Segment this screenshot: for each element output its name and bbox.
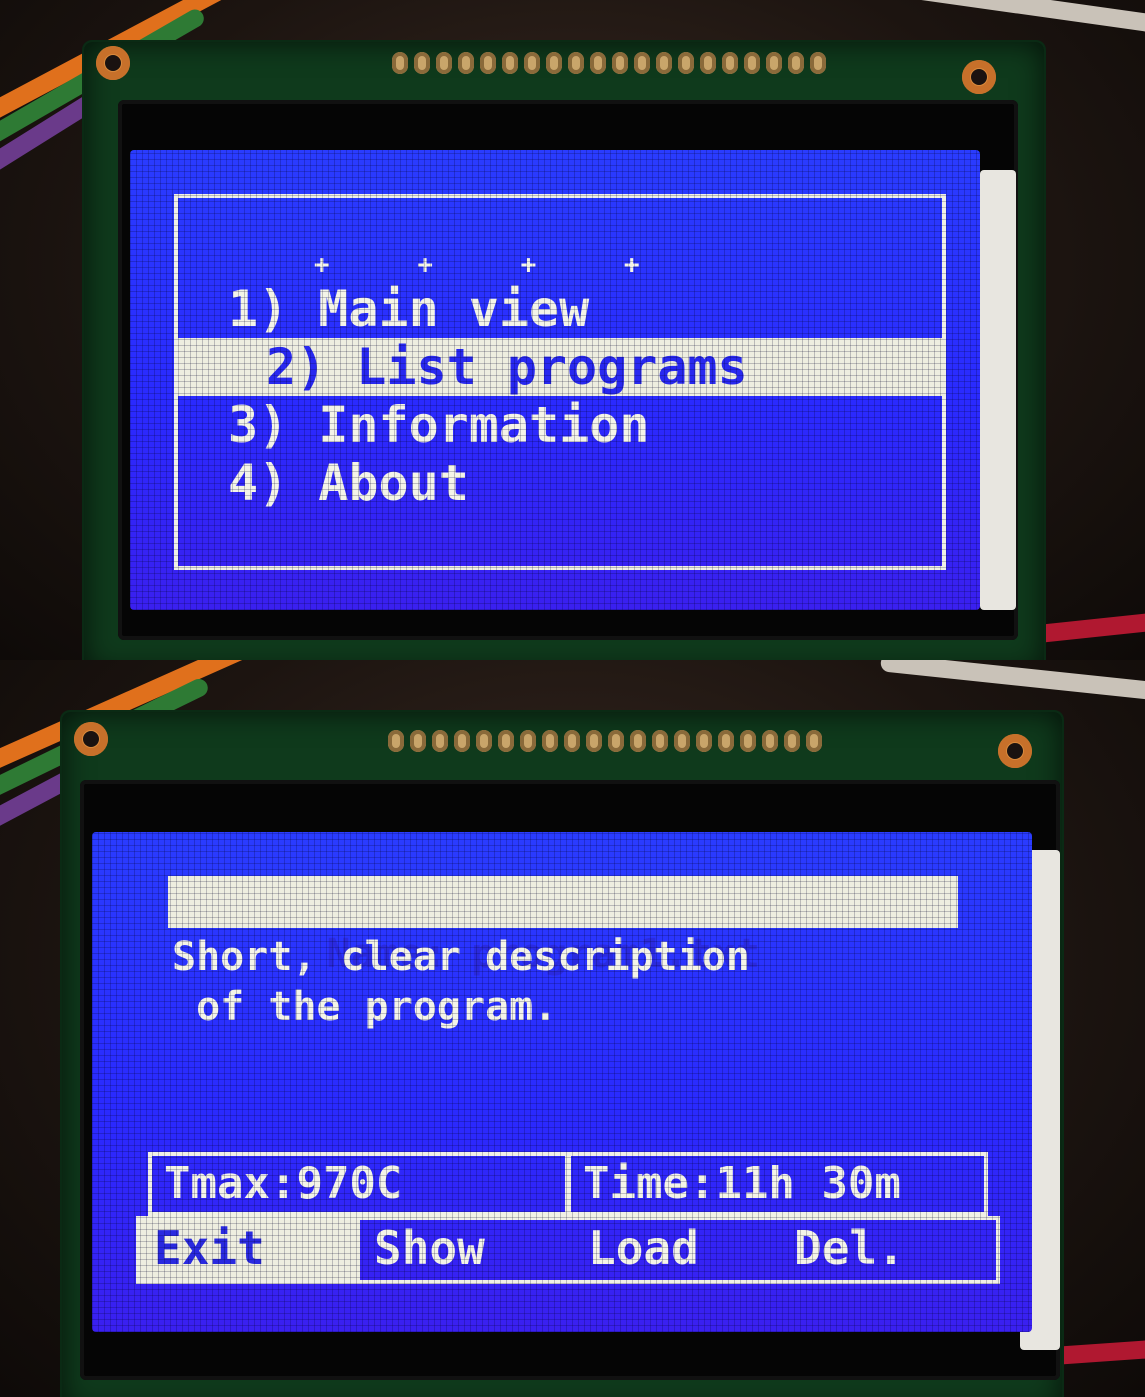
description-line-1: Short, clear description (172, 934, 750, 980)
delete-button[interactable]: Del. (780, 1220, 996, 1280)
show-button[interactable]: Show (360, 1220, 574, 1280)
photo-menu-screen: + + + + 1) Main view 2) List programs 3)… (0, 0, 1145, 660)
wire-grey (879, 660, 1145, 705)
description-line-2: of the program. (172, 984, 558, 1030)
softkey-bar: Exit Show Load Del. (136, 1216, 1000, 1284)
photo-program-screen: Name: program1.txt Short, clear descript… (0, 660, 1145, 1397)
time-readout: Time:11h 30m (565, 1156, 984, 1212)
backlight-strip (980, 170, 1016, 610)
menu-item-about[interactable]: 4) About (178, 454, 946, 512)
header-pins (392, 52, 826, 74)
lcd-menu-screen: + + + + 1) Main view 2) List programs 3)… (130, 150, 980, 610)
lcd-program-screen: Name: program1.txt Short, clear descript… (92, 832, 1032, 1332)
menu-indicator: + + + + (314, 250, 676, 280)
program-name-bar: Name: program1.txt (168, 876, 958, 977)
wire-grey (900, 0, 1145, 39)
load-button[interactable]: Load (574, 1220, 780, 1280)
header-pins (388, 730, 822, 752)
mount-hole (74, 722, 108, 756)
status-row: Tmax:970C Time:11h 30m (148, 1152, 988, 1216)
mount-hole (998, 734, 1032, 768)
menu-item-information[interactable]: 3) Information (178, 396, 946, 454)
exit-button[interactable]: Exit (140, 1220, 360, 1280)
mount-hole (962, 60, 996, 94)
tmax-readout: Tmax:970C (164, 1158, 403, 1209)
menu-item-main-view[interactable]: 1) Main view (178, 280, 946, 338)
mount-hole (96, 46, 130, 80)
menu-item-list-programs[interactable]: 2) List programs (178, 338, 946, 396)
